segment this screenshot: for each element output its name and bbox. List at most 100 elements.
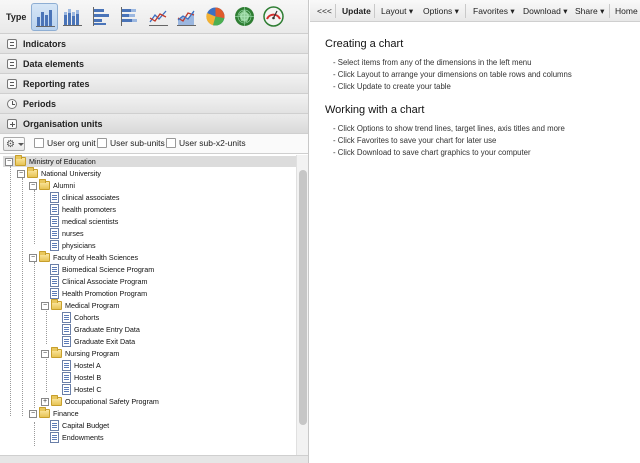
document-icon [50, 192, 59, 203]
collapse-toggle-icon[interactable]: − [29, 410, 37, 418]
download-button[interactable]: Download ▾ [523, 6, 567, 17]
tree-node-cohorts[interactable]: Cohorts [0, 312, 296, 324]
folder-open-icon [39, 251, 50, 262]
help-line: - Select items from any of the dimension… [333, 58, 532, 67]
indicators-panel-header[interactable]: Indicators [0, 34, 308, 54]
periods-label: Periods [23, 99, 57, 109]
data-elements-panel-header[interactable]: Data elements [0, 54, 308, 74]
layout-button[interactable]: Layout ▾ [381, 6, 413, 17]
chevron-down-icon: ▾ [563, 6, 568, 16]
document-icon [50, 276, 59, 287]
tree-node-clinical-associate-program[interactable]: Clinical Associate Program [0, 276, 296, 288]
org-unit-settings-button[interactable]: ⚙ [3, 137, 25, 151]
tree-node-label: health promoters [62, 205, 116, 214]
tree-node-health-promotion[interactable]: Health Promotion Program [0, 288, 296, 300]
area-chart-icon [177, 10, 196, 26]
tree-node-nurses[interactable]: nurses [0, 228, 296, 240]
tree-node-hostel-a[interactable]: Hostel A [0, 360, 296, 372]
share-label: Share [575, 6, 598, 16]
options-button[interactable]: Options ▾ [423, 6, 459, 17]
reporting-rates-panel-header[interactable]: Reporting rates [0, 74, 308, 94]
pie-chart-button[interactable] [202, 3, 229, 31]
tree-node-label: Nursing Program [65, 349, 120, 358]
tree-node-clinical-associates[interactable]: clinical associates [0, 192, 296, 204]
expand-toggle-icon[interactable]: + [41, 398, 49, 406]
radar-chart-button[interactable] [231, 3, 258, 31]
chart-area: <<< Update Layout ▾ Options ▾ Favorites … [310, 0, 640, 463]
clock-icon [7, 99, 17, 109]
collapse-toggle-icon[interactable]: − [29, 254, 37, 262]
collapse-toggle-icon[interactable]: − [29, 182, 37, 190]
tree-node-finance[interactable]: − Finance [0, 407, 296, 420]
tree-node-label: clinical associates [62, 193, 120, 202]
user-sub-units-label: User sub-units [110, 138, 165, 148]
area-chart-button[interactable] [173, 3, 200, 31]
tree-node-medical-scientists[interactable]: medical scientists [0, 216, 296, 228]
pie-chart-icon [206, 7, 225, 26]
collapse-panel-button[interactable]: <<< [317, 6, 332, 16]
collapse-toggle-icon[interactable]: − [5, 158, 13, 166]
help-line: - Click Favorites to save your chart for… [333, 136, 497, 145]
tree-node-medical-program[interactable]: − Medical Program [0, 299, 296, 312]
collapse-toggle-icon[interactable]: − [17, 170, 25, 178]
tree-vertical-scrollbar[interactable] [296, 155, 308, 455]
tree-node-alumni[interactable]: − Alumni [0, 179, 296, 192]
column-chart-button[interactable] [31, 3, 58, 31]
tree-node-ministry[interactable]: − Ministry of Education [0, 155, 296, 168]
tree-node-label: Health Promotion Program [62, 289, 148, 298]
folder-open-icon [39, 179, 50, 190]
document-icon [50, 432, 59, 443]
tree-node-label: Hostel A [74, 361, 101, 370]
line-chart-button[interactable] [145, 3, 172, 31]
user-sub-x2-units-checkbox[interactable] [166, 138, 176, 148]
tree-node-hostel-c[interactable]: Hostel C [0, 384, 296, 396]
main-toolbar: <<< Update Layout ▾ Options ▾ Favorites … [310, 0, 640, 22]
reporting-rates-icon [7, 79, 17, 89]
tree-node-label: Endowments [62, 433, 104, 442]
stacked-bar-chart-button[interactable] [116, 3, 143, 31]
tree-node-label: Biomedical Science Program [62, 265, 155, 274]
indicators-icon [7, 39, 17, 49]
line-chart-icon [149, 10, 168, 26]
type-label: Type [6, 12, 27, 22]
document-icon [62, 336, 71, 347]
document-icon [50, 228, 59, 239]
gauge-chart-button[interactable] [260, 3, 287, 31]
data-elements-icon [7, 59, 17, 69]
user-org-unit-checkbox[interactable] [34, 138, 44, 148]
toolbar-separator [609, 4, 610, 18]
share-button[interactable]: Share ▾ [575, 6, 604, 17]
tree-node-endowments[interactable]: Endowments [0, 432, 296, 444]
tree-node-faculty[interactable]: − Faculty of Health Sciences [0, 251, 296, 264]
tree-node-label: Clinical Associate Program [62, 277, 148, 286]
help-line: - Click Download to save chart graphics … [333, 148, 531, 157]
folder-icon [51, 395, 62, 406]
tree-node-capital-budget[interactable]: Capital Budget [0, 420, 296, 432]
collapse-toggle-icon[interactable]: − [41, 302, 49, 310]
reporting-rates-label: Reporting rates [23, 79, 90, 89]
tree-node-graduate-entry[interactable]: Graduate Entry Data [0, 324, 296, 336]
user-sub-units-checkbox[interactable] [97, 138, 107, 148]
stacked-column-chart-button[interactable] [59, 3, 86, 31]
collapse-toggle-icon[interactable]: − [41, 350, 49, 358]
chevron-down-icon [18, 143, 24, 146]
download-label: Download [523, 6, 561, 16]
left-panel: Type Indicators Data elements Reporting … [0, 0, 309, 463]
favorites-button[interactable]: Favorites ▾ [473, 6, 515, 17]
tree-node-nursing-program[interactable]: − Nursing Program [0, 347, 296, 360]
tree-node-health-promoters[interactable]: health promoters [0, 204, 296, 216]
periods-panel-header[interactable]: Periods [0, 94, 308, 114]
document-icon [62, 360, 71, 371]
toolbar-separator [465, 4, 466, 18]
home-button[interactable]: Home [615, 6, 638, 16]
update-button[interactable]: Update [342, 6, 371, 16]
tree-node-biomedical[interactable]: Biomedical Science Program [0, 264, 296, 276]
tree-node-label: Medical Program [65, 301, 120, 310]
bar-chart-button[interactable] [88, 3, 115, 31]
tree-node-hostel-b[interactable]: Hostel B [0, 372, 296, 384]
scrollbar-thumb[interactable] [299, 170, 307, 425]
folder-open-icon [51, 299, 62, 310]
tree-node-label: National University [41, 169, 101, 178]
organisation-units-panel-header[interactable]: Organisation units [0, 114, 308, 134]
tree-node-graduate-exit[interactable]: Graduate Exit Data [0, 336, 296, 348]
